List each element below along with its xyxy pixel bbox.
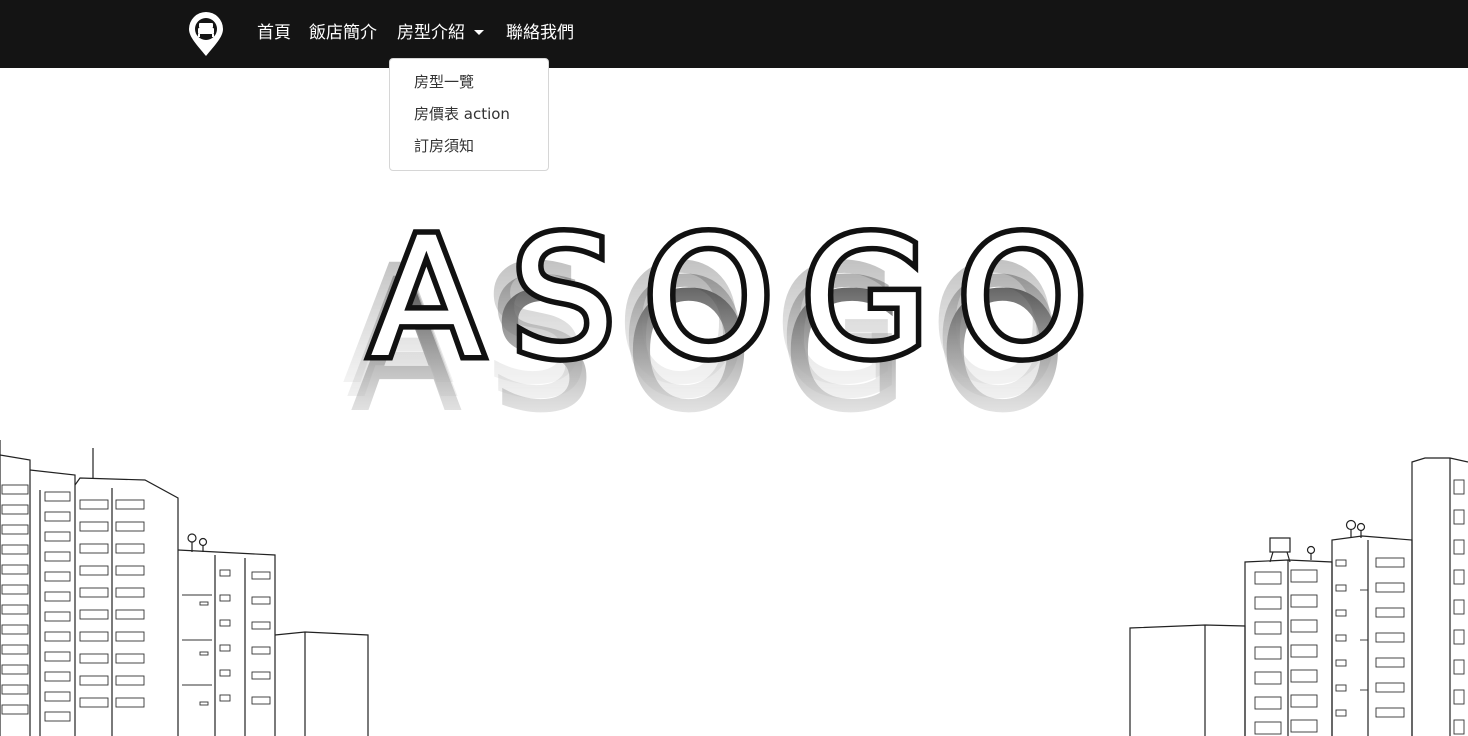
dropdown-item-room-list[interactable]: 房型一覽 — [414, 69, 474, 95]
city-skyline-left-illustration — [0, 440, 369, 736]
rooms-dropdown-menu: 房型一覽 房價表 action 訂房須知 — [389, 58, 549, 171]
city-skyline-right-illustration — [1129, 457, 1468, 736]
hero-title-fill: ASOGO — [370, 202, 1090, 394]
hero-logo-title: ASOGO ASOGO ASOGO ASOGO ASOGO — [342, 200, 1090, 425]
nav-about-link[interactable]: 飯店簡介 — [309, 20, 377, 46]
navbar: 首頁 飯店簡介 房型介紹 聯絡我們 — [0, 0, 1468, 68]
nav-rooms-label: 房型介紹 — [397, 23, 465, 43]
map-pin-bed-icon[interactable] — [186, 12, 226, 58]
nav-rooms-dropdown-toggle[interactable]: 房型介紹 — [397, 20, 484, 46]
dropdown-item-booking-notes[interactable]: 訂房須知 — [414, 133, 474, 159]
caret-down-icon — [474, 30, 484, 35]
nav-contact-link[interactable]: 聯絡我們 — [506, 20, 574, 46]
nav-home-link[interactable]: 首頁 — [257, 20, 291, 46]
dropdown-item-price-list[interactable]: 房價表 action — [414, 101, 510, 127]
